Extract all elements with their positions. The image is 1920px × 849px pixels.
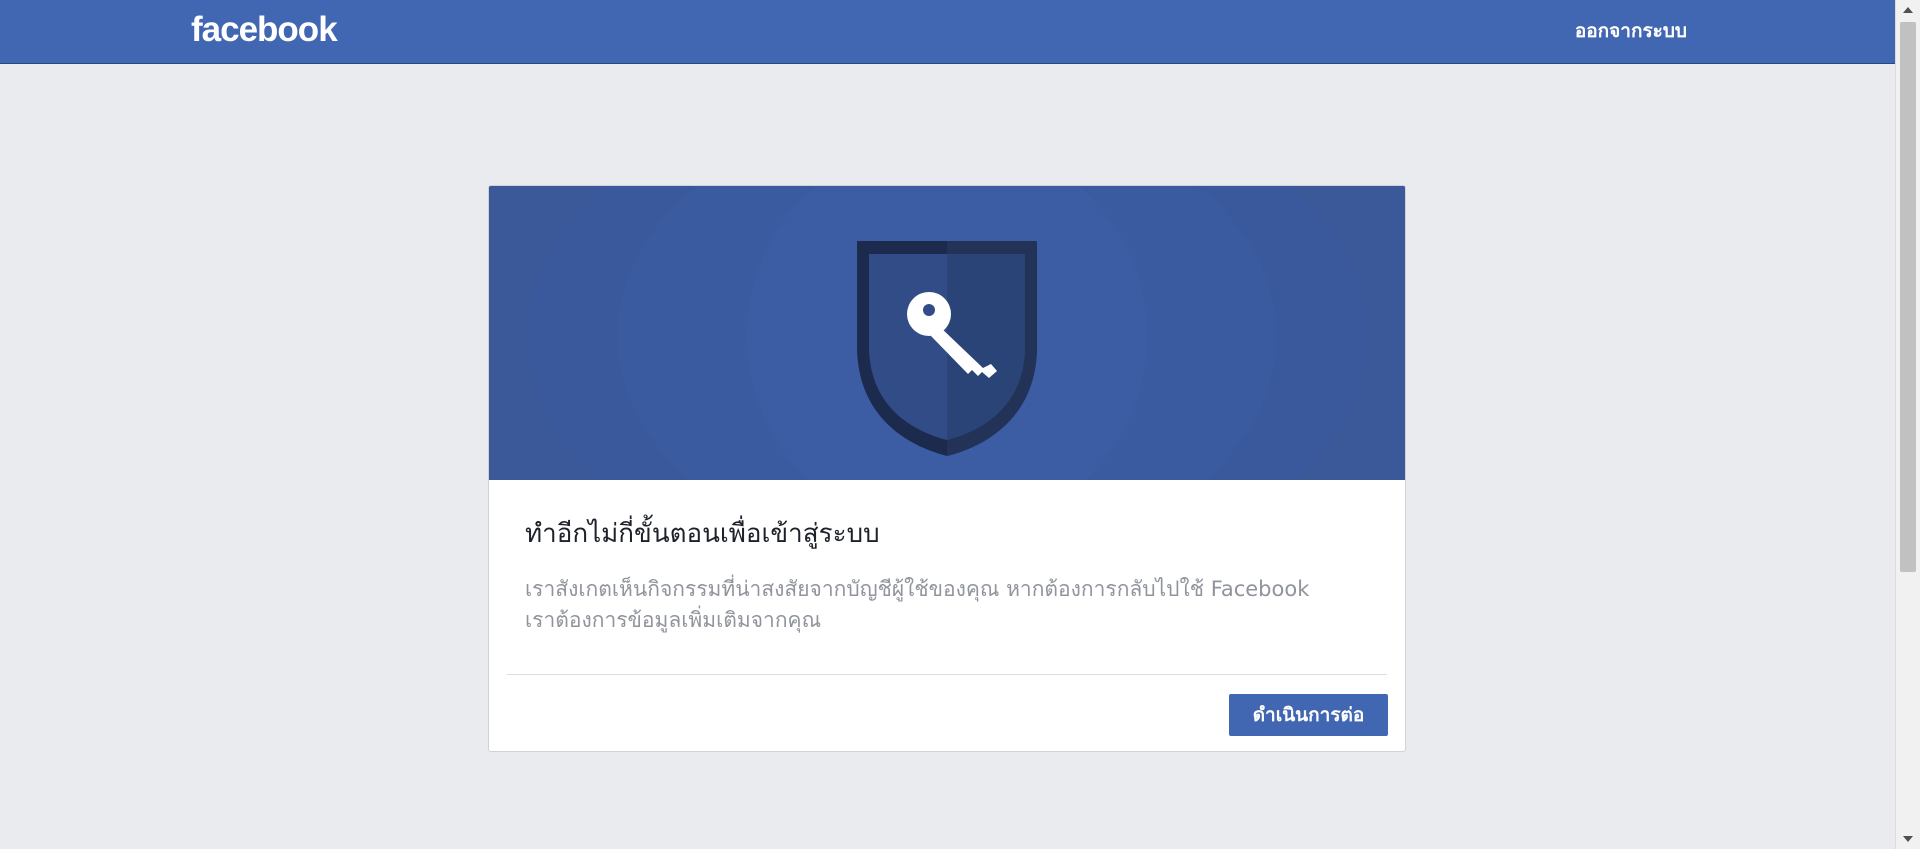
card-description: เราสังเกตเห็นกิจกรรมที่น่าสงสัยจากบัญชีผ… bbox=[525, 577, 1310, 632]
checkpoint-card: ทำอีกไม่กี่ขั้นตอนเพื่อเข้าสู่ระบบ เราสั… bbox=[488, 185, 1406, 752]
logout-link[interactable]: ออกจากระบบ bbox=[1575, 19, 1687, 43]
page: facebook ออกจากระบบ ทำอีกไม่กี่ขั้นตอนเพ… bbox=[0, 0, 1920, 849]
card-title: ทำอีกไม่กี่ขั้นตอนเพื่อเข้าสู่ระบบ bbox=[525, 519, 880, 549]
scroll-up-icon[interactable] bbox=[1903, 7, 1913, 13]
scrollbar[interactable] bbox=[1895, 0, 1920, 849]
scroll-thumb[interactable] bbox=[1900, 22, 1916, 572]
facebook-logo[interactable]: facebook bbox=[191, 10, 338, 50]
continue-button[interactable]: ดำเนินการต่อ bbox=[1229, 694, 1388, 736]
divider bbox=[507, 674, 1387, 675]
hero-banner bbox=[489, 186, 1405, 480]
scroll-down-icon[interactable] bbox=[1903, 836, 1913, 842]
shield-key-icon bbox=[489, 186, 1405, 480]
top-bar: facebook ออกจากระบบ bbox=[0, 0, 1895, 64]
